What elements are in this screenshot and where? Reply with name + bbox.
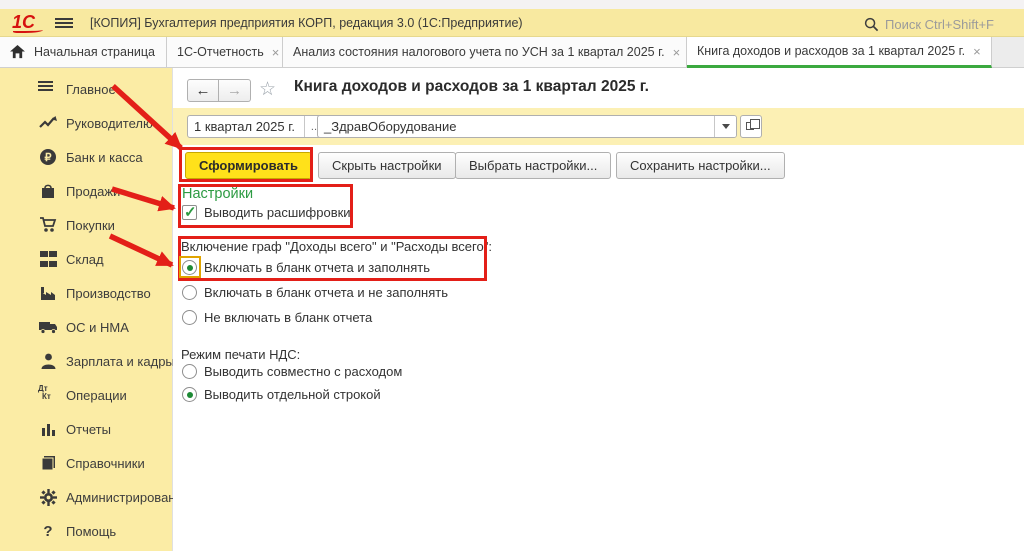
radio-include-and-fill[interactable]: Включать в бланк отчета и заполнять [182,260,430,275]
sidebar-item-main[interactable]: Главное [0,72,172,106]
sidebar-item-fixed-assets[interactable]: ОС и НМА [0,310,172,344]
vat-group-label: Режим печати НДС: [181,347,301,362]
sidebar-item-purchases[interactable]: Покупки [0,208,172,242]
person-icon [38,351,58,371]
radio-vat-with-expense[interactable]: Выводить совместно с расходом [182,364,402,379]
sidebar-item-sales[interactable]: Продажи [0,174,172,208]
close-icon[interactable]: × [973,45,981,58]
sidebar-item-help[interactable]: ? Помощь [0,514,172,548]
chevron-down-icon [721,124,730,129]
window-title: [КОПИЯ] Бухгалтерия предприятия КОРП, ре… [90,16,523,30]
sidebar-item-bank-cash[interactable]: ₽ Банк и касса [0,140,172,174]
debit-credit-icon: Дт Кт [38,384,51,401]
tab-bar: Начальная страница 1С-Отчетность × Анали… [0,37,1024,68]
organization-open-button[interactable] [740,115,762,138]
gear-icon [38,487,58,507]
question-icon: ? [43,522,53,540]
shopping-bag-icon [38,181,58,201]
books-icon [38,453,58,473]
radio-include-not-fill[interactable]: Включать в бланк отчета и не заполнять [182,285,448,300]
sidebar-item-manager[interactable]: Руководителю [0,106,172,140]
checkbox-label: Выводить расшифровки [204,205,351,220]
show-details-checkbox-row[interactable]: ✓ Выводить расшифровки [182,204,351,221]
tab-home[interactable]: Начальная страница [0,37,167,67]
sidebar-item-reports[interactable]: Отчеты [0,412,172,446]
back-button[interactable]: ← [187,79,219,102]
factory-icon [38,283,58,303]
search-icon [864,17,879,31]
1c-logo: 1С [12,12,48,34]
organization-combo[interactable]: _ЗдравОборудование [317,115,737,138]
settings-header: Настройки [182,186,254,202]
save-settings-button[interactable]: Сохранить настройки... [616,152,785,179]
sidebar-item-directories[interactable]: Справочники [0,446,172,480]
tab-label: 1С-Отчетность [177,45,264,59]
radio-selected[interactable] [182,260,197,275]
bar-chart-icon [38,419,58,439]
period-value[interactable]: 1 квартал 2025 г. [188,116,304,137]
search-placeholder: Поиск Ctrl+Shift+F [885,16,994,32]
sidebar-item-payroll-hr[interactable]: Зарплата и кадры [0,344,175,378]
navigation-buttons: ← → [187,79,251,102]
organization-value[interactable]: _ЗдравОборудование [318,116,714,137]
ruble-coin-icon: ₽ [38,147,58,167]
global-search[interactable]: Поиск Ctrl+Shift+F [864,14,994,34]
checkbox-checked[interactable]: ✓ [182,204,197,221]
shopping-cart-icon [38,215,58,235]
sidebar-item-operations[interactable]: Дт Кт Операции [0,378,172,412]
trend-chart-icon [38,113,58,133]
choose-settings-button[interactable]: Выбрать настройки... [455,152,612,179]
tab-usn-analysis[interactable]: Анализ состояния налогового учета по УСН… [283,37,687,67]
sidebar-item-warehouse[interactable]: Склад [0,242,172,276]
tab-label: Анализ состояния налогового учета по УСН… [293,45,665,59]
radio-selected[interactable] [182,387,197,402]
sections-sidebar: Главное Руководителю ₽ Банк и касса Прод… [0,68,190,551]
truck-icon [38,317,58,337]
1c-application-window: 1С [КОПИЯ] Бухгалтерия предприятия КОРП,… [0,0,1024,551]
main-menu-icon[interactable] [55,16,73,30]
radio-unselected[interactable] [182,364,197,379]
sidebar-item-production[interactable]: Производство [0,276,172,310]
close-icon[interactable]: × [272,46,280,59]
report-parameters-band: 1 квартал 2025 г. ... _ЗдравОборудование [173,108,1024,145]
titlebar: 1С [КОПИЯ] Бухгалтерия предприятия КОРП,… [0,9,1024,37]
close-icon[interactable]: × [673,46,681,59]
radio-unselected[interactable] [182,310,197,325]
boxes-icon [38,249,58,269]
sidebar-item-administration[interactable]: Администрирование [0,480,190,514]
open-icon [746,119,760,130]
favorite-star-icon[interactable]: ☆ [259,78,276,101]
tab-label: Книга доходов и расходов за 1 квартал 20… [697,44,966,58]
organization-dropdown-button[interactable] [714,116,736,137]
tab-income-expense-book[interactable]: Книга доходов и расходов за 1 квартал 20… [687,37,992,68]
report-toolbar: Сформировать Скрыть настройки Выбрать на… [173,145,1024,183]
radio-not-include[interactable]: Не включать в бланк отчета [182,310,372,325]
generate-button[interactable]: Сформировать [185,152,313,179]
period-field[interactable]: 1 квартал 2025 г. ... [187,115,327,138]
columns-group-label: Включение граф "Доходы всего" и "Расходы… [181,239,492,254]
menu-icon [38,79,58,99]
tab-label: Начальная страница [34,45,155,59]
home-icon [10,45,25,59]
tab-1c-reporting[interactable]: 1С-Отчетность × [167,37,283,67]
report-title: Книга доходов и расходов за 1 квартал 20… [294,78,649,95]
1c-logo-swoosh [13,28,43,33]
forward-button[interactable]: → [219,79,251,102]
radio-unselected[interactable] [182,285,197,300]
check-icon: ✓ [184,204,197,221]
hide-settings-button[interactable]: Скрыть настройки [318,152,456,179]
report-form: ← → ☆ Книга доходов и расходов за 1 квар… [173,68,1024,551]
radio-vat-separate-line[interactable]: Выводить отдельной строкой [182,387,381,402]
cropped-edge-strip [0,0,1024,9]
